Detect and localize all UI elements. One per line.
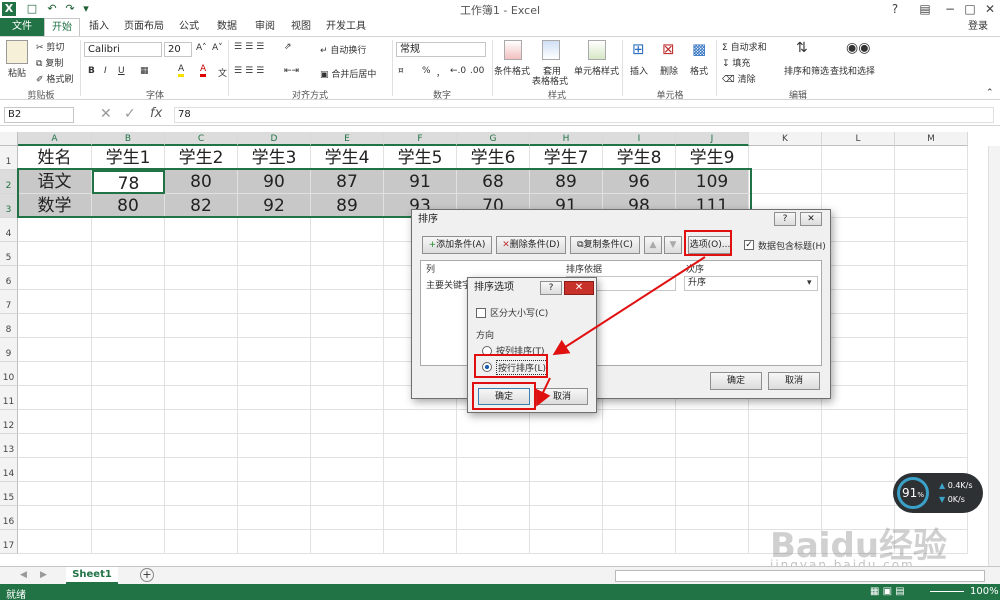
download-speed: ▼ 0K/s: [939, 495, 965, 504]
upload-speed: ▲ 0.4K/s: [939, 481, 973, 490]
prev-sheet-icon[interactable]: ◀: [20, 570, 27, 580]
next-sheet-icon[interactable]: ▶: [40, 570, 47, 580]
status-bar: 就绪 ▦ ▣ ▤ 100%: [0, 584, 1000, 600]
upload-value: 0.4K/s: [947, 481, 973, 490]
view-mode-icons[interactable]: ▦ ▣ ▤: [870, 586, 905, 597]
add-sheet-button[interactable]: +: [140, 568, 154, 582]
zoom-slider[interactable]: [930, 591, 964, 592]
download-value: 0K/s: [947, 495, 965, 504]
horizontal-scrollbar[interactable]: [615, 570, 985, 582]
sheet-tab-bar: ◀ ▶ Sheet1 +: [0, 566, 1000, 584]
annotation-arrows: [535, 256, 706, 407]
cpu-gauge: 91%: [897, 477, 929, 509]
download-icon: ▼: [939, 495, 946, 504]
network-speed-widget: 91% ▲ 0.4K/s ▼ 0K/s: [893, 473, 983, 513]
upload-icon: ▲: [939, 481, 946, 490]
cpu-unit: %: [917, 491, 924, 499]
excel-window: X □ ↶ ↷ ▾ 工作簿1 - Excel ? ▤ − □ ✕ 文件 开始 插…: [0, 0, 1000, 600]
cpu-percent: 91: [902, 486, 918, 500]
zoom-level[interactable]: 100%: [970, 586, 999, 597]
arrow-options-to-row: [552, 256, 706, 356]
arrow-row-to-ok: [535, 377, 551, 407]
sheet-tab-sheet1[interactable]: Sheet1: [66, 567, 118, 584]
status-ready: 就绪: [6, 590, 26, 600]
